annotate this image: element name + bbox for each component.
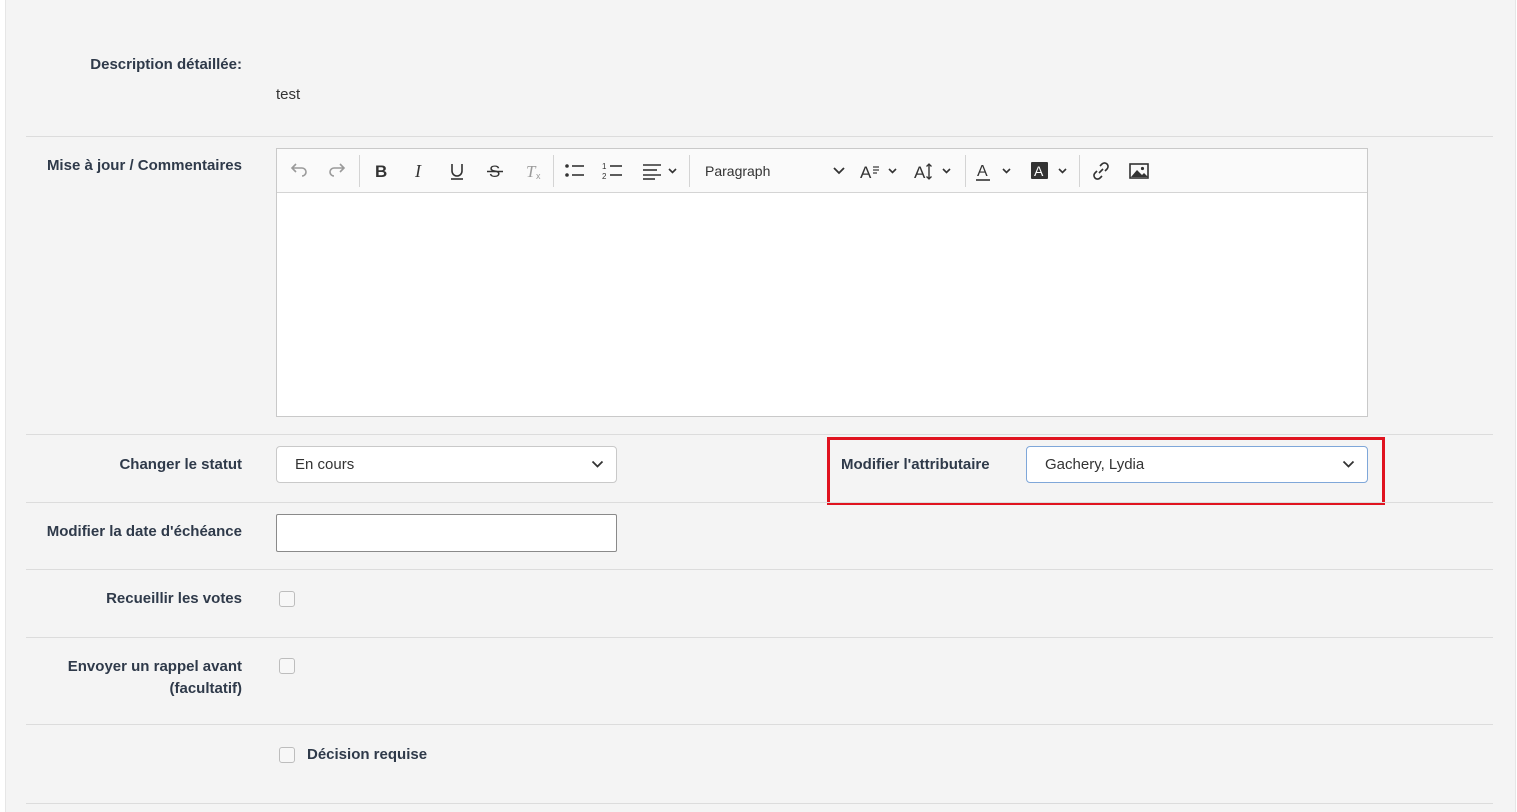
- assignee-label: Modifier l'attributaire: [841, 456, 990, 473]
- toolbar-separator: [689, 155, 690, 187]
- toolbar-separator: [553, 155, 554, 187]
- votes-checkbox[interactable]: [279, 591, 295, 607]
- toolbar-separator: [359, 155, 360, 187]
- due-date-label: Modifier la date d'échéance: [46, 523, 242, 540]
- bold-icon[interactable]: B: [369, 157, 393, 185]
- votes-label: Recueillir les votes: [106, 590, 242, 607]
- underline-icon[interactable]: [445, 157, 469, 185]
- bulleted-list-icon[interactable]: [563, 157, 587, 185]
- font-family-icon[interactable]: A: [859, 157, 903, 185]
- divider: [26, 136, 1493, 137]
- description-value: test: [276, 86, 301, 103]
- decision-checkbox[interactable]: [279, 747, 295, 763]
- reminder-label-line1: Envoyer un rappel avant: [67, 658, 242, 675]
- numbered-list-icon[interactable]: 12: [601, 157, 625, 185]
- toolbar-separator: [965, 155, 966, 187]
- strikethrough-icon[interactable]: S: [483, 157, 507, 185]
- svg-text:I: I: [414, 161, 422, 181]
- remove-format-icon[interactable]: Tx: [521, 157, 545, 185]
- chevron-down-icon: [591, 460, 604, 468]
- svg-text:1: 1: [602, 162, 607, 171]
- svg-text:A: A: [1034, 163, 1044, 179]
- assignee-selected-value: Gachery, Lydia: [1045, 456, 1145, 473]
- text-align-icon[interactable]: [639, 157, 683, 185]
- undo-icon[interactable]: [287, 157, 311, 185]
- heading-value: Paragraph: [705, 163, 771, 179]
- description-label: Description détaillée:: [90, 56, 242, 73]
- svg-text:A: A: [977, 163, 988, 180]
- svg-text:x: x: [536, 171, 541, 181]
- font-background-color-icon[interactable]: A: [1029, 157, 1073, 185]
- divider: [26, 803, 1493, 804]
- due-date-input[interactable]: [276, 514, 617, 552]
- chevron-down-icon: [1342, 460, 1355, 468]
- comment-editor-area[interactable]: [277, 193, 1367, 416]
- editor-toolbar: B I S Tx 12 Paragraph A A A A: [277, 149, 1367, 193]
- svg-text:B: B: [375, 162, 387, 181]
- status-selected-value: En cours: [295, 456, 355, 473]
- svg-text:2: 2: [602, 172, 607, 181]
- divider: [26, 724, 1493, 725]
- reminder-label-line2: (facultatif): [169, 680, 243, 697]
- decision-label: Décision requise: [307, 746, 428, 763]
- font-color-icon[interactable]: A: [973, 157, 1017, 185]
- status-select[interactable]: En cours: [276, 446, 617, 483]
- svg-text:A: A: [914, 163, 926, 181]
- comments-label: Mise à jour / Commentaires: [46, 157, 242, 174]
- divider: [26, 502, 1493, 503]
- svg-text:A: A: [860, 163, 872, 181]
- divider: [26, 569, 1493, 570]
- redo-icon[interactable]: [325, 157, 349, 185]
- italic-icon[interactable]: I: [407, 157, 431, 185]
- toolbar-separator: [1079, 155, 1080, 187]
- status-label: Changer le statut: [119, 456, 242, 473]
- link-icon[interactable]: [1089, 157, 1113, 185]
- divider: [26, 434, 1493, 435]
- font-size-icon[interactable]: A: [913, 157, 957, 185]
- assignee-select[interactable]: Gachery, Lydia: [1026, 446, 1368, 483]
- chevron-down-icon: [833, 167, 845, 175]
- divider: [26, 637, 1493, 638]
- rich-text-editor: B I S Tx 12 Paragraph A A A A: [276, 148, 1368, 417]
- reminder-checkbox[interactable]: [279, 658, 295, 674]
- heading-dropdown[interactable]: Paragraph: [697, 157, 845, 185]
- image-icon[interactable]: [1127, 157, 1151, 185]
